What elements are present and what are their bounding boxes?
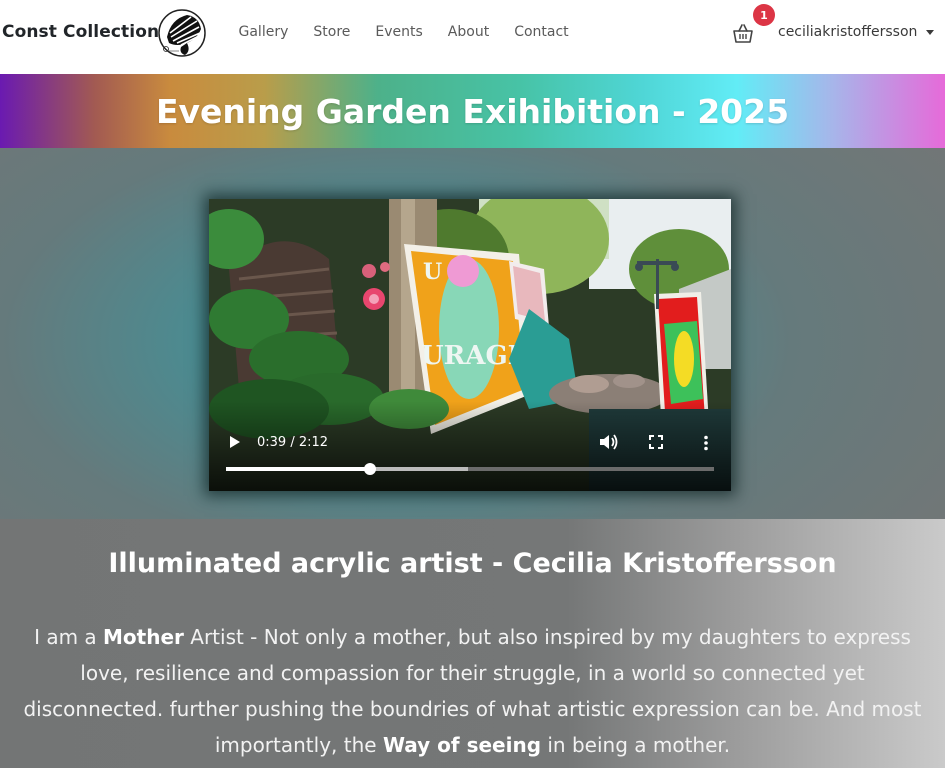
chevron-down-icon xyxy=(926,29,935,35)
username: ceciliakristoffersson xyxy=(778,24,918,40)
banner-title: Evening Garden Exihibition - 2025 xyxy=(155,92,790,131)
main-nav: Gallery Store Events About Contact xyxy=(226,24,581,40)
nav-contact[interactable]: Contact xyxy=(502,24,581,40)
bio-text-1: I am a xyxy=(34,625,104,649)
nav-store[interactable]: Store xyxy=(301,24,363,40)
video-player[interactable]: U URAGE 0:39 / 2:12 xyxy=(209,199,731,491)
nav-events[interactable]: Events xyxy=(363,24,435,40)
bio-bold-mother: Mother xyxy=(103,625,184,649)
video-progress-bar[interactable] xyxy=(226,463,714,475)
cart-count-badge: 1 xyxy=(753,4,775,26)
basket-icon[interactable] xyxy=(731,22,755,46)
navbar: Const Collection Gallery Store Events Ab… xyxy=(0,0,945,74)
brand-name[interactable]: Const Collection xyxy=(2,22,159,42)
video-section: U URAGE 0:39 / 2:12 xyxy=(0,148,945,519)
progress-thumb[interactable] xyxy=(363,463,376,475)
user-dropdown[interactable]: ceciliakristoffersson xyxy=(778,24,935,40)
artist-bio: I am a Mother Artist - Not only a mother… xyxy=(10,619,935,763)
nav-about[interactable]: About xyxy=(435,24,501,40)
bio-bold-way-of-seeing: Way of seeing xyxy=(382,733,542,757)
artist-intro: Illuminated acrylic artist - Cecilia Kri… xyxy=(0,519,945,768)
exhibition-banner: Evening Garden Exihibition - 2025 xyxy=(0,74,945,148)
bio-text-3: in being a mother. xyxy=(541,733,731,757)
play-icon[interactable] xyxy=(229,435,241,449)
video-time: 0:39 / 2:12 xyxy=(257,435,329,450)
fullscreen-icon[interactable] xyxy=(649,435,663,449)
svg-text:U: U xyxy=(423,259,442,285)
more-options-icon[interactable] xyxy=(703,435,709,451)
progress-played xyxy=(226,467,370,471)
artist-heading: Illuminated acrylic artist - Cecilia Kri… xyxy=(108,548,837,579)
zebra-logo-icon[interactable] xyxy=(157,7,207,59)
volume-icon[interactable] xyxy=(599,433,619,451)
nav-gallery[interactable]: Gallery xyxy=(226,24,301,40)
